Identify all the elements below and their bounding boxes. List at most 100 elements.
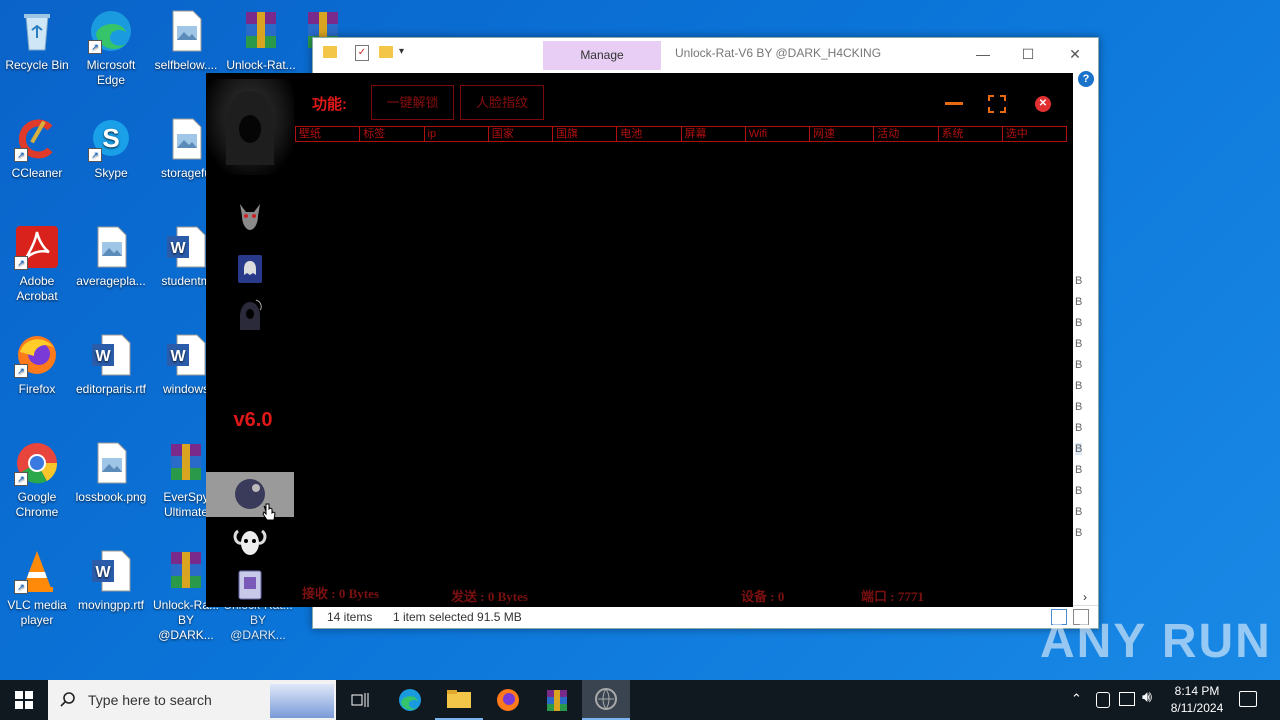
taskbar-winrar[interactable] — [533, 680, 581, 720]
word-document-icon: W — [88, 332, 134, 378]
column-header[interactable]: 国家 — [489, 127, 553, 141]
network-icon[interactable] — [1119, 692, 1135, 706]
client-table-header: 壁纸 标签 ip 国家 国旗 电池 屏幕 Wifi 网速 活动 系统 选中 — [295, 126, 1067, 142]
volume-icon[interactable]: 🔊︎ — [1142, 689, 1152, 707]
word-document-icon: W — [163, 332, 209, 378]
desktop-icon-lossbook[interactable]: lossbook.png — [75, 440, 147, 505]
file-size-cell: B — [1075, 338, 1083, 350]
help-icon[interactable]: ? — [1078, 71, 1094, 87]
shortcut-arrow-icon: ↗ — [88, 148, 102, 162]
desktop-icon-acrobat[interactable]: ↗ Adobe Acrobat — [1, 224, 73, 304]
taskbar-edge[interactable] — [386, 680, 434, 720]
maximize-button[interactable]: ☐ — [1008, 42, 1048, 66]
clock[interactable]: 8:14 PM 8/11/2024 — [1166, 683, 1228, 717]
desktop-icon-ccleaner[interactable]: ↗ CCleaner — [1, 116, 73, 181]
shortcut-arrow-icon: ↗ — [14, 364, 28, 378]
desktop-icon-recycle-bin[interactable]: Recycle Bin — [1, 8, 73, 73]
desktop-icon-chrome[interactable]: ↗ Google Chrome — [1, 440, 73, 520]
face-fingerprint-button[interactable]: 人脸指纹 — [460, 85, 544, 120]
taskbar-file-explorer[interactable] — [435, 680, 483, 720]
taskbar-unlock-rat[interactable] — [582, 680, 630, 720]
hooded-hacker-avatar — [206, 79, 294, 175]
skype-icon: S ↗ — [88, 116, 134, 162]
task-view-button[interactable] — [336, 680, 384, 720]
shortcut-arrow-icon: ↗ — [14, 580, 28, 594]
shortcut-arrow-icon: ↗ — [88, 40, 102, 54]
explorer-titlebar[interactable]: ✓ ▾ Manage Unlock-Rat-V6 BY @DARK_H4CKIN… — [313, 38, 1098, 70]
reaper-icon[interactable] — [236, 298, 264, 332]
fullscreen-icon[interactable] — [988, 95, 1006, 113]
desktop-icon-movingpp[interactable]: W movingpp.rtf — [75, 548, 147, 613]
desktop-icon-edge[interactable]: ↗ Microsoft Edge — [75, 8, 147, 88]
book-icon[interactable] — [236, 569, 264, 601]
svg-text:W: W — [170, 348, 186, 365]
folder-icon — [323, 46, 337, 58]
notification-icon[interactable] — [1239, 691, 1257, 707]
column-header[interactable]: 国旗 — [553, 127, 618, 141]
column-header[interactable]: ip — [425, 127, 489, 141]
search-icon — [60, 691, 76, 710]
vlc-icon: ↗ — [14, 548, 60, 594]
column-header[interactable]: 标签 — [360, 127, 425, 141]
taskbar-search-box[interactable]: Type here to search — [48, 680, 336, 720]
desktop-icon-editorparis[interactable]: W editorparis.rtf — [75, 332, 147, 397]
edge-icon — [399, 689, 421, 711]
desktop-icon-selfbelow[interactable]: selfbelow.... — [150, 8, 222, 73]
scroll-right-icon[interactable]: › — [1083, 590, 1087, 604]
column-header[interactable]: 系统 — [939, 127, 1003, 141]
ghost-book-icon[interactable] — [236, 253, 264, 285]
column-header[interactable]: 屏幕 — [682, 127, 746, 141]
minimize-button[interactable]: — — [963, 42, 1003, 66]
received-bytes: 接收 : 0 Bytes — [302, 586, 379, 601]
desktop-icon-skype[interactable]: S ↗ Skype — [75, 116, 147, 181]
shortcut-arrow-icon: ↗ — [14, 148, 28, 162]
clock-time: 8:14 PM — [1174, 684, 1220, 698]
unlock-rat-window[interactable]: v6.0 功能: 一键解锁 人脸指纹 ✕ 壁纸 标签 ip 国家 国旗 电池 屏… — [206, 73, 1073, 607]
file-size-cell: B — [1075, 443, 1083, 455]
desktop-icon-vlc[interactable]: ↗ VLC media player — [1, 548, 73, 628]
firefox-icon: ↗ — [14, 332, 60, 378]
file-size-cell: B — [1075, 317, 1083, 329]
close-button[interactable]: ✕ — [1055, 42, 1095, 66]
window-title: Unlock-Rat-V6 BY @DARK_H4CKING — [675, 46, 882, 60]
client-list-area[interactable] — [295, 143, 1067, 573]
start-button[interactable] — [0, 680, 48, 720]
svg-text:W: W — [170, 240, 186, 257]
column-header[interactable]: 活动 — [874, 127, 939, 141]
properties-icon[interactable]: ✓ — [355, 45, 369, 61]
column-header[interactable]: 壁纸 — [296, 127, 361, 141]
column-header[interactable]: 电池 — [617, 127, 682, 141]
status-selection: 1 item selected 91.5 MB — [393, 610, 522, 624]
column-header[interactable]: 选中 — [1003, 127, 1066, 141]
taskbar-firefox[interactable] — [484, 680, 532, 720]
recycle-bin-icon — [14, 8, 60, 54]
windows-logo-icon — [15, 691, 33, 709]
word-document-icon: W — [163, 224, 209, 270]
word-document-icon: W — [88, 548, 134, 594]
desktop-icon-firefox[interactable]: ↗ Firefox — [1, 332, 73, 397]
column-header[interactable]: Wifi — [746, 127, 810, 141]
new-folder-icon[interactable] — [379, 46, 393, 58]
winrar-archive-icon — [238, 8, 284, 54]
file-size-cell: B — [1075, 485, 1083, 497]
chevron-down-icon[interactable]: ▾ — [399, 46, 404, 57]
port-number: 端口 : 7771 — [861, 589, 924, 604]
devil-icon[interactable] — [234, 200, 266, 232]
chevron-up-icon[interactable]: ⌃ — [1071, 691, 1082, 707]
column-header[interactable]: 网速 — [810, 127, 875, 141]
desktop-icon-averagepla[interactable]: averagepla... — [75, 224, 147, 289]
desktop-icon-unlock-rat-1[interactable]: Unlock-Rat... — [225, 8, 297, 73]
sidebar: v6.0 — [206, 73, 294, 607]
sidebar-item-selected[interactable] — [206, 472, 294, 517]
svg-text:W: W — [95, 348, 111, 365]
rat-app-icon — [595, 688, 617, 710]
minimize-button[interactable] — [945, 102, 963, 105]
svg-text:S: S — [102, 123, 119, 153]
close-icon[interactable]: ✕ — [1035, 96, 1051, 112]
device-icon[interactable] — [1096, 692, 1110, 708]
ram-skull-icon[interactable] — [232, 523, 268, 559]
chrome-icon: ↗ — [14, 440, 60, 486]
tab-manage[interactable]: Manage — [543, 41, 661, 70]
sent-bytes: 发送 : 0 Bytes — [451, 589, 528, 604]
one-click-unlock-button[interactable]: 一键解锁 — [371, 85, 454, 120]
